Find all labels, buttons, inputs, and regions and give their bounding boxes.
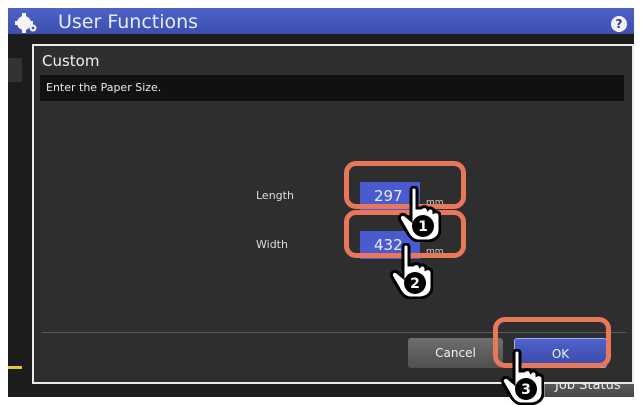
dialog-title: Custom xyxy=(42,52,100,70)
hand-pointer-icon: 1 xyxy=(397,186,441,242)
hand-pointer-icon: 2 xyxy=(389,243,433,299)
background-bar-left xyxy=(8,58,22,82)
gear-icon xyxy=(15,13,37,33)
step-2-label: 2 xyxy=(410,276,420,292)
step-3-label: 3 xyxy=(521,382,531,398)
title-bar: User Functions ? xyxy=(8,8,634,34)
step-1-label: 1 xyxy=(418,219,428,235)
hand-pointer-icon: 3 xyxy=(500,349,544,405)
status-indicator xyxy=(8,366,22,369)
app-title: User Functions xyxy=(58,11,199,33)
help-icon[interactable]: ? xyxy=(611,16,627,32)
dialog-message: Enter the Paper Size. xyxy=(40,75,624,101)
cancel-button[interactable]: Cancel xyxy=(408,338,503,368)
length-label: Length xyxy=(256,189,294,202)
width-label: Width xyxy=(256,238,288,251)
